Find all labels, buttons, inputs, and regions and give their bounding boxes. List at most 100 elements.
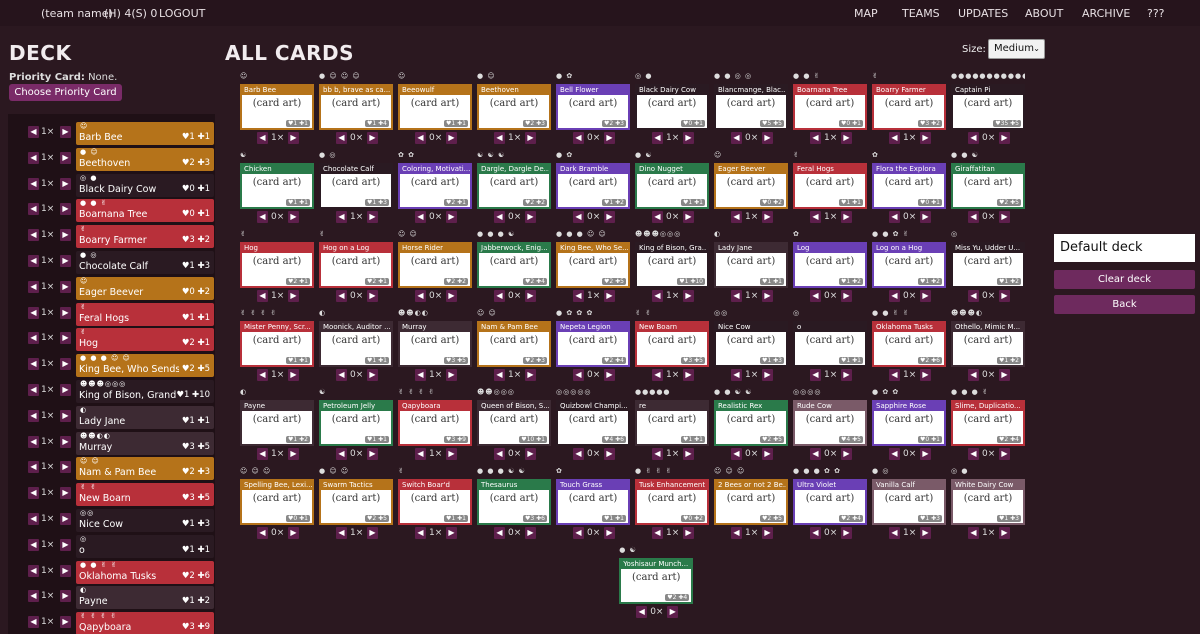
decrease-button[interactable]: ◀ [336, 448, 347, 460]
increase-button[interactable]: ▶ [288, 132, 299, 144]
increase-button[interactable]: ▶ [367, 211, 378, 223]
increase-button[interactable]: ▶ [367, 132, 378, 144]
decrease-button[interactable]: ◀ [889, 211, 900, 223]
nav-link-mystery[interactable]: ??? [1147, 7, 1165, 20]
decrease-button[interactable]: ◀ [731, 132, 742, 144]
logout-link[interactable]: LOGOUT [159, 7, 205, 20]
card-face[interactable]: Petroleum Jelly (card art) ♥1 ✚1 [319, 400, 393, 446]
decrease-button[interactable]: ◀ [28, 177, 39, 190]
decrease-button[interactable]: ◀ [652, 290, 663, 302]
card-face[interactable]: King Bee, Who Se... (card art) ♥2 ✚5 [556, 242, 630, 288]
increase-button[interactable]: ▶ [920, 448, 931, 460]
decrease-button[interactable]: ◀ [28, 538, 39, 551]
increase-button[interactable]: ▶ [920, 527, 931, 539]
card-face[interactable]: Realistic Rex (card art) ♥2 ✚5 [714, 400, 788, 446]
decrease-button[interactable]: ◀ [494, 211, 505, 223]
increase-button[interactable]: ▶ [288, 527, 299, 539]
card-face[interactable]: Nepeta Legion (card art) ♥2 ✚4 [556, 321, 630, 367]
card-face[interactable]: Boarry Farmer (card art) ♥3 ✚2 [872, 84, 946, 130]
deck-row-card[interactable]: ☺ ☺ Nam & Pam Bee ♥2 ✚3 [76, 457, 214, 481]
increase-button[interactable]: ▶ [762, 448, 773, 460]
card-face[interactable]: Log (card art) ♥1 ✚2 [793, 242, 867, 288]
increase-button[interactable]: ▶ [60, 255, 71, 267]
card-face[interactable]: New Boarn (card art) ♥3 ✚5 [635, 321, 709, 367]
increase-button[interactable]: ▶ [60, 590, 71, 603]
increase-button[interactable]: ▶ [841, 369, 852, 381]
deck-row-card[interactable]: ☻☻◐◐ Murray ♥3 ✚5 [76, 431, 214, 455]
increase-button[interactable]: ▶ [446, 211, 457, 223]
increase-button[interactable]: ▶ [999, 527, 1010, 539]
increase-button[interactable]: ▶ [999, 290, 1010, 302]
increase-button[interactable]: ▶ [446, 448, 457, 460]
decrease-button[interactable]: ◀ [810, 527, 821, 539]
card-face[interactable]: Captain Pi (card art) ♥35 ✚5 [951, 84, 1025, 130]
increase-button[interactable]: ▶ [60, 358, 71, 371]
deck-row-card[interactable]: ● ● ✌ Boarnana Tree ♥0 ✚1 [76, 199, 214, 223]
card-face[interactable]: Barb Bee (card art) ♥1 ✚1 [240, 84, 314, 130]
increase-button[interactable]: ▶ [604, 132, 615, 144]
increase-button[interactable]: ▶ [604, 369, 615, 381]
increase-button[interactable]: ▶ [367, 448, 378, 460]
team-name[interactable]: (team name) [41, 7, 113, 20]
decrease-button[interactable]: ◀ [810, 211, 821, 223]
card-face[interactable]: Hog (card art) ♥2 ✚1 [240, 242, 314, 288]
card-face[interactable]: Miss Yu, Udder U... (card art) ♥1 ✚2 [951, 242, 1025, 288]
decrease-button[interactable]: ◀ [28, 513, 39, 525]
decrease-button[interactable]: ◀ [810, 290, 821, 302]
increase-button[interactable]: ▶ [60, 306, 71, 319]
card-face[interactable]: Mister Penny, Scr... (card art) ♥1 ✚1 [240, 321, 314, 367]
deck-row-card[interactable]: ◐ Payne ♥1 ✚2 [76, 586, 214, 610]
deck-row-card[interactable]: ◎◎ Nice Cow ♥1 ✚3 [76, 509, 214, 532]
increase-button[interactable]: ▶ [60, 280, 71, 293]
decrease-button[interactable]: ◀ [257, 369, 268, 381]
increase-button[interactable]: ▶ [683, 527, 694, 539]
decrease-button[interactable]: ◀ [494, 448, 505, 460]
decrease-button[interactable]: ◀ [968, 369, 979, 381]
increase-button[interactable]: ▶ [920, 211, 931, 223]
increase-button[interactable]: ▶ [60, 384, 71, 396]
increase-button[interactable]: ▶ [446, 132, 457, 144]
increase-button[interactable]: ▶ [60, 126, 71, 138]
decrease-button[interactable]: ◀ [28, 203, 39, 216]
increase-button[interactable]: ▶ [999, 132, 1010, 144]
increase-button[interactable]: ▶ [920, 369, 931, 381]
decrease-button[interactable]: ◀ [636, 606, 648, 618]
decrease-button[interactable]: ◀ [573, 132, 584, 144]
increase-button[interactable]: ▶ [762, 290, 773, 302]
decrease-button[interactable]: ◀ [415, 132, 426, 144]
decrease-button[interactable]: ◀ [257, 448, 268, 460]
decrease-button[interactable]: ◀ [652, 369, 663, 381]
increase-button[interactable]: ▶ [920, 132, 931, 144]
card-face[interactable]: Othello, Mimic M... (card art) ♥1 ✚2 [951, 321, 1025, 367]
increase-button[interactable]: ▶ [60, 229, 71, 242]
increase-button[interactable]: ▶ [60, 461, 71, 474]
decrease-button[interactable]: ◀ [573, 527, 584, 539]
decrease-button[interactable]: ◀ [573, 448, 584, 460]
increase-button[interactable]: ▶ [604, 211, 615, 223]
card-face[interactable]: re (card art) ♥1 ✚1 [635, 400, 709, 446]
choose-priority-card-button[interactable]: Choose Priority Card [9, 84, 122, 101]
increase-button[interactable]: ▶ [762, 132, 773, 144]
card-face[interactable]: o (card art) ♥1 ✚1 [793, 321, 867, 367]
card-face[interactable]: Boarnana Tree (card art) ♥0 ✚1 [793, 84, 867, 130]
decrease-button[interactable]: ◀ [415, 290, 426, 302]
decrease-button[interactable]: ◀ [731, 211, 742, 223]
card-face[interactable]: Lady Jane (card art) ♥1 ✚1 [714, 242, 788, 288]
card-face[interactable]: Black Dairy Cow (card art) ♥0 ✚1 [635, 84, 709, 130]
decrease-button[interactable]: ◀ [810, 132, 821, 144]
increase-button[interactable]: ▶ [446, 527, 457, 539]
card-face[interactable]: Hog on a Log (card art) ♥2 ✚1 [319, 242, 393, 288]
decrease-button[interactable]: ◀ [968, 290, 979, 302]
deck-row-card[interactable]: ● ● ✌ ✌ Oklahoma Tusks ♥2 ✚6 [76, 560, 214, 584]
increase-button[interactable]: ▶ [288, 211, 299, 223]
decrease-button[interactable]: ◀ [889, 369, 900, 381]
decrease-button[interactable]: ◀ [257, 132, 268, 144]
nav-link-about[interactable]: ABOUT [1025, 7, 1063, 20]
decrease-button[interactable]: ◀ [28, 435, 39, 448]
deck-row-card[interactable]: ◎ o ♥1 ✚1 [76, 534, 214, 558]
decrease-button[interactable]: ◀ [494, 290, 505, 302]
decrease-button[interactable]: ◀ [968, 211, 979, 223]
increase-button[interactable]: ▶ [841, 290, 852, 302]
card-face[interactable]: Horse Rider (card art) ♥2 ✚2 [398, 242, 472, 288]
increase-button[interactable]: ▶ [60, 151, 71, 164]
